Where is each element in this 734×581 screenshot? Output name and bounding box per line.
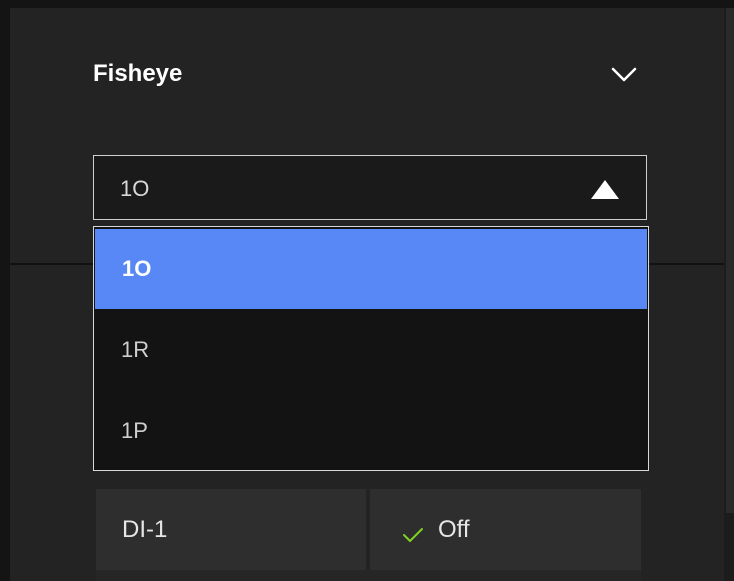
triangle-up-icon: [591, 180, 619, 199]
scrollbar-thumb[interactable]: [726, 8, 734, 513]
setting-label: DI-1: [122, 515, 168, 543]
fisheye-settings-screen: Fisheye 1O 1O 1R 1P DI-1 Off: [0, 0, 734, 581]
fisheye-mode-dropdown: 1O 1R 1P: [93, 226, 649, 471]
dropdown-option-1o[interactable]: 1O: [95, 229, 647, 309]
setting-label-cell: DI-1: [96, 489, 366, 570]
setting-value-toggle[interactable]: Off: [370, 489, 641, 570]
chevron-down-icon[interactable]: [609, 62, 639, 86]
dropdown-option-1r[interactable]: 1R: [94, 309, 648, 390]
option-label: 1O: [122, 256, 152, 281]
setting-row: DI-1 Off: [96, 489, 641, 570]
section-title: Fisheye: [93, 60, 183, 87]
top-edge: [0, 0, 734, 8]
fisheye-mode-select[interactable]: 1O: [93, 155, 647, 220]
bottom-strip: [96, 570, 641, 581]
left-edge: [0, 0, 10, 581]
option-label: 1P: [121, 417, 148, 443]
option-label: 1R: [121, 336, 150, 362]
checkmark-icon: [402, 522, 424, 542]
select-value: 1O: [120, 176, 150, 201]
dropdown-option-1p[interactable]: 1P: [94, 390, 648, 471]
setting-value: Off: [438, 515, 470, 543]
